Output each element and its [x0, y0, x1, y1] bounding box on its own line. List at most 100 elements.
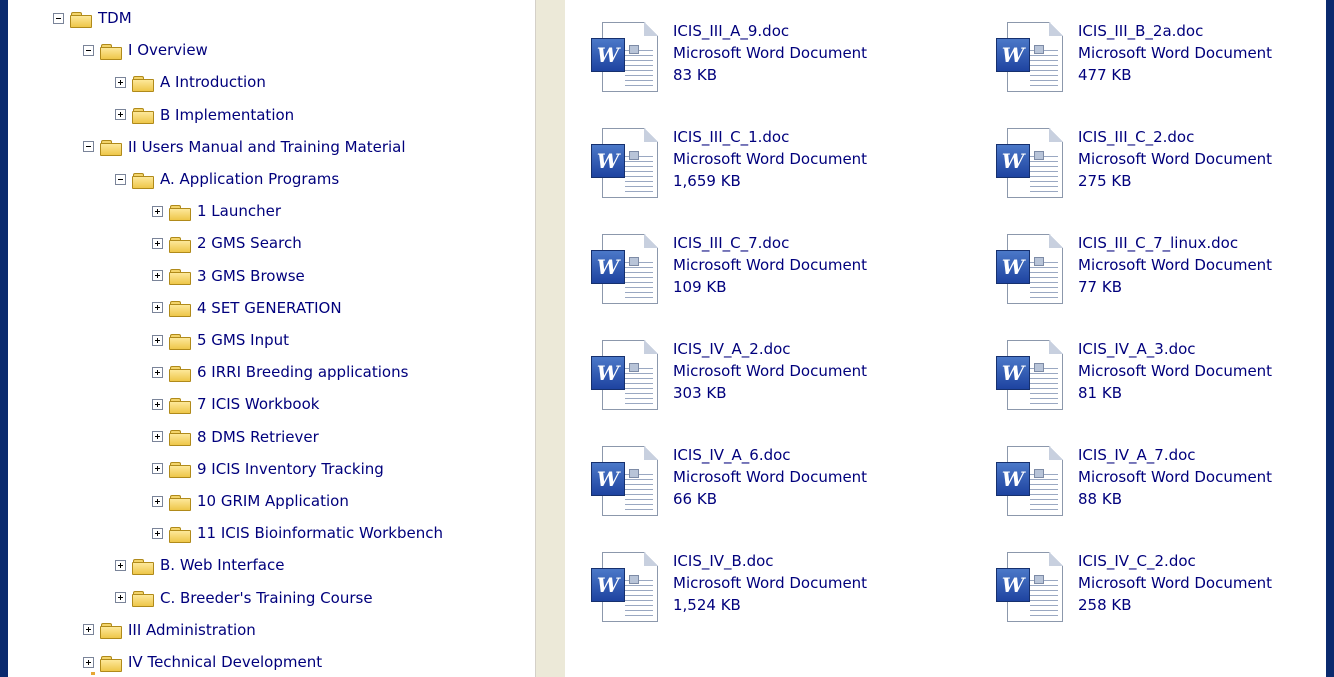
- plus-box-icon[interactable]: [152, 205, 163, 217]
- tree-node-i-overview[interactable]: I Overview: [83, 40, 208, 60]
- file-type: Microsoft Word Document: [673, 44, 868, 62]
- tree-node-label: C. Breeder's Training Course: [160, 588, 373, 607]
- tree-node-5-gms-input[interactable]: 5 GMS Input: [152, 330, 289, 350]
- file-size: 303 KB: [673, 384, 727, 402]
- folder-icon: [169, 396, 191, 414]
- plus-box-icon[interactable]: [152, 302, 163, 314]
- file-type: Microsoft Word Document: [1078, 44, 1273, 62]
- plus-box-icon[interactable]: [152, 398, 163, 410]
- plus-box-icon[interactable]: [152, 270, 163, 282]
- tree-node-8-dms-retriever[interactable]: 8 DMS Retriever: [152, 427, 319, 447]
- file-name: ICIS_III_C_1.doc: [673, 128, 790, 146]
- file-type: Microsoft Word Document: [1078, 256, 1273, 274]
- plus-box-icon[interactable]: [152, 366, 163, 378]
- plus-box-icon[interactable]: [152, 527, 163, 539]
- file-name: ICIS_IV_A_6.doc: [673, 446, 791, 464]
- file-details: ICIS_IV_A_7.doc Microsoft Word Document 88…: [1078, 444, 1272, 510]
- folder-icon: [169, 332, 191, 350]
- plus-box-icon[interactable]: [152, 334, 163, 346]
- minus-box-icon[interactable]: [83, 44, 94, 56]
- file-details: ICIS_III_C_2.doc Microsoft Word Document 2…: [1078, 126, 1272, 192]
- tree-node-9-icis-inventory[interactable]: 9 ICIS Inventory Tracking: [152, 459, 384, 479]
- file-name: ICIS_III_B_2a.doc: [1078, 22, 1204, 40]
- window-frame-right: [1326, 0, 1334, 677]
- file-type: Microsoft Word Document: [673, 468, 868, 486]
- minus-box-icon[interactable]: [53, 12, 64, 24]
- tree-node-tdm[interactable]: TDM: [53, 8, 132, 28]
- file-type: Microsoft Word Document: [673, 150, 868, 168]
- tree-node-b-implementation[interactable]: B Implementation: [115, 105, 294, 125]
- tree-node-10-grim-application[interactable]: 10 GRIM Application: [152, 491, 349, 511]
- file-type: Microsoft Word Document: [1078, 468, 1273, 486]
- tree-node-label: 6 IRRI Breeding applications: [197, 363, 409, 382]
- file-item[interactable]: W ICIS_III_C_2.doc Microsoft Word Document…: [992, 126, 1326, 212]
- folder-icon: [169, 460, 191, 479]
- partial-folder-icon: [91, 672, 95, 675]
- file-name: ICIS_III_C_7.doc: [673, 234, 790, 252]
- minus-box-icon[interactable]: [83, 141, 94, 153]
- tree-node-iv-technical-development[interactable]: IV Technical Development: [83, 652, 322, 672]
- file-item[interactable]: W ICIS_III_C_1.doc Microsoft Word Document…: [587, 126, 987, 212]
- tree-node-ii-users-manual[interactable]: II Users Manual and Training Material: [83, 137, 406, 157]
- tree-node-c-breeders-training[interactable]: C. Breeder's Training Course: [115, 588, 373, 608]
- tree-node-a-introduction[interactable]: A Introduction: [115, 72, 266, 92]
- tree-node-1-launcher[interactable]: 1 Launcher: [152, 201, 281, 221]
- tree-node-2-gms-search[interactable]: 2 GMS Search: [152, 233, 302, 253]
- file-item[interactable]: W ICIS_III_B_2a.doc Microsoft Word Documen…: [992, 20, 1326, 106]
- plus-box-icon[interactable]: [152, 237, 163, 249]
- plus-box-icon[interactable]: [83, 656, 94, 668]
- file-size: 88 KB: [1078, 490, 1122, 508]
- plus-box-icon[interactable]: [152, 431, 163, 443]
- tree-node-label: 8 DMS Retriever: [197, 427, 319, 446]
- tree-node-3-gms-browse[interactable]: 3 GMS Browse: [152, 266, 305, 286]
- pane-splitter[interactable]: [535, 0, 565, 677]
- plus-box-icon[interactable]: [115, 592, 126, 604]
- plus-box-icon[interactable]: [152, 495, 163, 507]
- tree-node-label: 7 ICIS Workbook: [197, 395, 320, 414]
- file-item[interactable]: W ICIS_IV_A_3.doc Microsoft Word Document 8…: [992, 338, 1326, 424]
- tree-node-11-icis-bioinformatic[interactable]: 11 ICIS Bioinformatic Workbench: [152, 523, 443, 543]
- tree-node-b-web-interface[interactable]: B. Web Interface: [115, 555, 284, 575]
- file-type: Microsoft Word Document: [1078, 362, 1273, 380]
- file-details: ICIS_IV_A_6.doc Microsoft Word Document 66…: [673, 444, 867, 510]
- file-name: ICIS_III_C_7_linux.doc: [1078, 234, 1239, 252]
- plus-box-icon[interactable]: [115, 76, 126, 88]
- file-item[interactable]: W ICIS_III_A_9.doc Microsoft Word Document…: [587, 20, 987, 106]
- tree-node-a-application-programs[interactable]: A. Application Programs: [115, 169, 339, 189]
- tree-node-7-icis-workbook[interactable]: 7 ICIS Workbook: [152, 394, 319, 414]
- file-type: Microsoft Word Document: [673, 574, 868, 592]
- file-item[interactable]: W ICIS_IV_A_6.doc Microsoft Word Document 6…: [587, 444, 987, 530]
- file-item[interactable]: W ICIS_IV_A_2.doc Microsoft Word Document 3…: [587, 338, 987, 424]
- plus-box-icon[interactable]: [115, 559, 126, 571]
- minus-box-icon[interactable]: [115, 173, 126, 185]
- plus-box-icon[interactable]: [83, 624, 94, 636]
- word-document-icon: W: [587, 20, 659, 106]
- folder-icon: [169, 364, 191, 382]
- folder-icon: [132, 171, 154, 189]
- word-document-icon: W: [992, 550, 1064, 636]
- file-name: ICIS_IV_A_7.doc: [1078, 446, 1196, 464]
- folder-icon: [169, 299, 191, 318]
- file-name: ICIS_IV_A_2.doc: [673, 340, 791, 358]
- tree-node-4-set-generation[interactable]: 4 SET GENERATION: [152, 298, 342, 318]
- plus-box-icon[interactable]: [152, 463, 163, 475]
- file-item[interactable]: W ICIS_IV_A_7.doc Microsoft Word Document 8…: [992, 444, 1326, 530]
- file-size: 83 KB: [673, 66, 717, 84]
- file-size: 477 KB: [1078, 66, 1132, 84]
- file-item[interactable]: W ICIS_III_C_7_linux.doc Microsoft Word Do…: [992, 232, 1326, 318]
- folder-icon: [100, 42, 122, 60]
- tree-node-iii-administration[interactable]: III Administration: [83, 620, 256, 640]
- file-item[interactable]: W ICIS_IV_B.doc Microsoft Word Document 1,5…: [587, 550, 987, 636]
- file-size: 66 KB: [673, 490, 717, 508]
- file-details: ICIS_IV_A_3.doc Microsoft Word Document 81…: [1078, 338, 1272, 404]
- tree-node-6-irri-breeding[interactable]: 6 IRRI Breeding applications: [152, 362, 408, 382]
- folder-icon: [169, 493, 191, 511]
- plus-box-icon[interactable]: [115, 109, 126, 121]
- tree-node-label: 3 GMS Browse: [197, 266, 305, 285]
- file-item[interactable]: W ICIS_IV_C_2.doc Microsoft Word Document 2…: [992, 550, 1326, 636]
- file-name: ICIS_IV_B.doc: [673, 552, 774, 570]
- folder-icon: [169, 428, 191, 447]
- file-item[interactable]: W ICIS_III_C_7.doc Microsoft Word Document…: [587, 232, 987, 318]
- folder-icon: [169, 525, 191, 543]
- tree-node-label: TDM: [98, 9, 132, 27]
